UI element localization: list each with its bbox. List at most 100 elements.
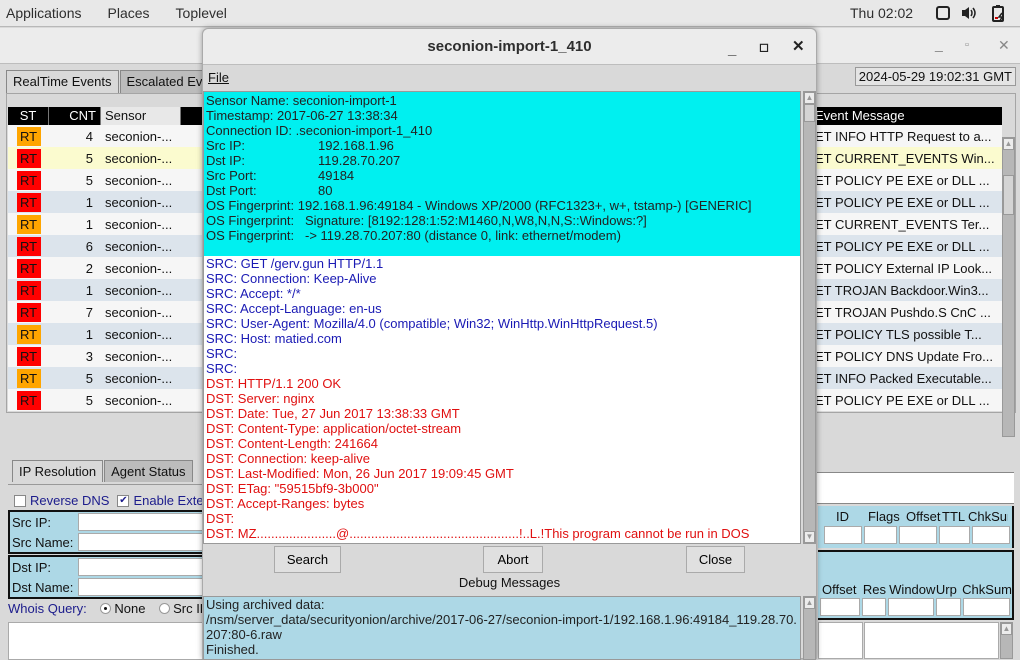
tcp-chksum-field[interactable] [962, 598, 1010, 616]
event-message-cell: ET INFO Packed Executable... [815, 370, 992, 386]
whois-src-ip-radio[interactable] [159, 603, 171, 614]
scroll-up-icon[interactable]: ▲ [1003, 138, 1014, 150]
dialog-menu-file[interactable]: File [208, 70, 229, 85]
whois-output[interactable] [8, 622, 204, 660]
tcp-window-field[interactable] [888, 598, 934, 616]
status-badge: RT [16, 324, 41, 344]
close-icon[interactable]: ✕ [998, 37, 1010, 54]
battery-icon[interactable] [991, 5, 1007, 22]
table-row[interactable]: ET POLICY External IP Look... [815, 257, 1002, 279]
dialog-close-icon[interactable]: ✕ [792, 29, 805, 65]
table-row[interactable]: RT 4 seconion-... [8, 125, 203, 147]
debug-scrollbar[interactable]: ▲ [803, 596, 816, 660]
src-name-field[interactable] [78, 533, 204, 551]
tcp-res-field[interactable] [861, 598, 887, 616]
table-row[interactable]: RT 1 seconion-... [8, 213, 203, 235]
scroll-up-icon[interactable]: ▲ [804, 92, 815, 104]
ip-offset-field[interactable] [899, 526, 937, 544]
dialog-maximize-icon[interactable]: ◻ [759, 29, 769, 65]
status-cell: RT [8, 236, 49, 256]
table-row[interactable]: ET CURRENT_EVENTS Ter... [815, 213, 1002, 235]
table-row[interactable]: RT 6 seconion-... [8, 235, 203, 257]
table-row[interactable]: RT 5 seconion-... [8, 367, 203, 389]
table-row[interactable]: ET CURRENT_EVENTS Win... [815, 147, 1002, 169]
minimize-icon[interactable]: _ [935, 36, 943, 52]
table-row[interactable]: ET INFO HTTP Request to a... [815, 125, 1002, 147]
debug-messages[interactable]: Using archived data:/nsm/server_data/sec… [203, 596, 801, 660]
table-row[interactable]: RT 1 seconion-... [8, 323, 203, 345]
col-event-message[interactable]: Event Message [815, 107, 1002, 125]
ip-flags-field[interactable] [863, 526, 898, 544]
ip-chksum-field[interactable] [972, 526, 1010, 544]
dst-name-field[interactable] [78, 578, 204, 596]
packet-data-scrollbar[interactable]: ▲ [1000, 622, 1013, 659]
applications-menu[interactable]: Applications [0, 5, 90, 21]
packet-data-ascii[interactable] [864, 622, 999, 659]
close-button[interactable]: Close [686, 546, 745, 573]
packet-search-area[interactable] [817, 472, 1014, 504]
scroll-up-icon[interactable]: ▲ [804, 597, 815, 609]
event-table-scrollbar[interactable]: ▲ [1002, 137, 1015, 437]
src-ip-field[interactable] [78, 513, 204, 531]
header-line: OS Fingerprint: 192.168.1.96:49184 - Win… [206, 198, 798, 213]
col-sensor[interactable]: Sensor [101, 107, 181, 125]
tcp-offset-field[interactable] [820, 598, 860, 616]
places-menu[interactable]: Places [102, 5, 158, 21]
tab-ip-resolution[interactable]: IP Resolution [12, 460, 104, 482]
enable-external-dns-checkbox[interactable]: ✔ [117, 494, 130, 507]
volume-icon[interactable] [961, 5, 977, 21]
toplevel-menu[interactable]: Toplevel [170, 5, 235, 21]
dst-ip-field[interactable] [78, 558, 204, 576]
tcp-header-label: ChkSum [962, 582, 1013, 597]
table-row[interactable]: ET TROJAN Backdoor.Win3... [815, 279, 1002, 301]
window-icon[interactable] [935, 5, 951, 21]
status-cell: RT [8, 126, 49, 146]
tab-realtime-events[interactable]: RealTime Events [6, 70, 119, 94]
scrollbar-thumb[interactable] [804, 104, 815, 122]
clock[interactable]: Thu 02:02 [850, 5, 913, 21]
event-message-cell: ET POLICY External IP Look... [815, 260, 993, 276]
packet-data-hex[interactable] [818, 622, 863, 659]
event-message-cell: ET POLICY PE EXE or DLL ... [815, 172, 990, 188]
tcp-header-label: Offset [822, 582, 857, 597]
whois-none-radio[interactable] [100, 603, 112, 614]
table-row[interactable]: RT 3 seconion-... [8, 345, 203, 367]
col-st[interactable]: ST [8, 107, 49, 125]
reverse-dns-checkbox[interactable] [14, 494, 26, 507]
abort-button[interactable]: Abort [483, 546, 543, 573]
dst-ip-label: Dst IP: [12, 559, 52, 575]
search-button[interactable]: Search [274, 546, 341, 573]
table-row[interactable]: ET POLICY PE EXE or DLL ... [815, 191, 1002, 213]
table-row[interactable]: RT 1 seconion-... [8, 191, 203, 213]
col-cnt[interactable]: CNT [49, 107, 101, 125]
table-row[interactable]: ET POLICY PE EXE or DLL ... [815, 235, 1002, 257]
table-row[interactable]: RT 5 seconion-... [8, 169, 203, 191]
maximize-icon[interactable]: ▫ [965, 39, 969, 51]
table-row[interactable]: ET TROJAN Pushdo.S CnC ... [815, 301, 1002, 323]
table-row[interactable]: RT 2 seconion-... [8, 257, 203, 279]
scroll-down-icon[interactable]: ▼ [804, 531, 815, 543]
header-value: 80 [318, 183, 333, 198]
table-row[interactable]: RT 7 seconion-... [8, 301, 203, 323]
dialog-minimize-icon[interactable]: _ [728, 32, 736, 68]
transcript-scrollbar[interactable]: ▲ ▼ [803, 91, 816, 544]
tab-agent-status[interactable]: Agent Status [104, 460, 193, 482]
table-row[interactable]: ET POLICY TLS possible T... [815, 323, 1002, 345]
dst-line: DST: ETag: "59515bf9-3b000" [206, 481, 379, 496]
table-row[interactable]: RT 1 seconion-... [8, 279, 203, 301]
table-row[interactable]: ET POLICY PE EXE or DLL ... [815, 389, 1002, 411]
ip-id-field[interactable] [824, 526, 862, 544]
table-row[interactable]: RT 5 seconion-... [8, 147, 203, 169]
ip-ttl-field[interactable] [938, 526, 971, 544]
table-row[interactable]: ET POLICY DNS Update Fro... [815, 345, 1002, 367]
header-line: OS Fingerprint: Signature: [8192:128:1:5… [206, 213, 798, 228]
whois-query: Whois Query: None Src IP [8, 601, 208, 616]
transcript-text[interactable]: Sensor Name: seconion-import-1 Timestamp:… [203, 91, 801, 544]
table-row[interactable]: RT 5 seconion-... [8, 389, 203, 411]
table-row[interactable]: ET INFO Packed Executable... [815, 367, 1002, 389]
scrollbar-thumb[interactable] [1003, 175, 1014, 215]
table-row[interactable]: ET POLICY PE EXE or DLL ... [815, 169, 1002, 191]
tcp-urp-field[interactable] [935, 598, 961, 616]
scroll-up-icon[interactable]: ▲ [1001, 623, 1012, 635]
event-message-cell: ET POLICY TLS possible T... [815, 326, 982, 342]
